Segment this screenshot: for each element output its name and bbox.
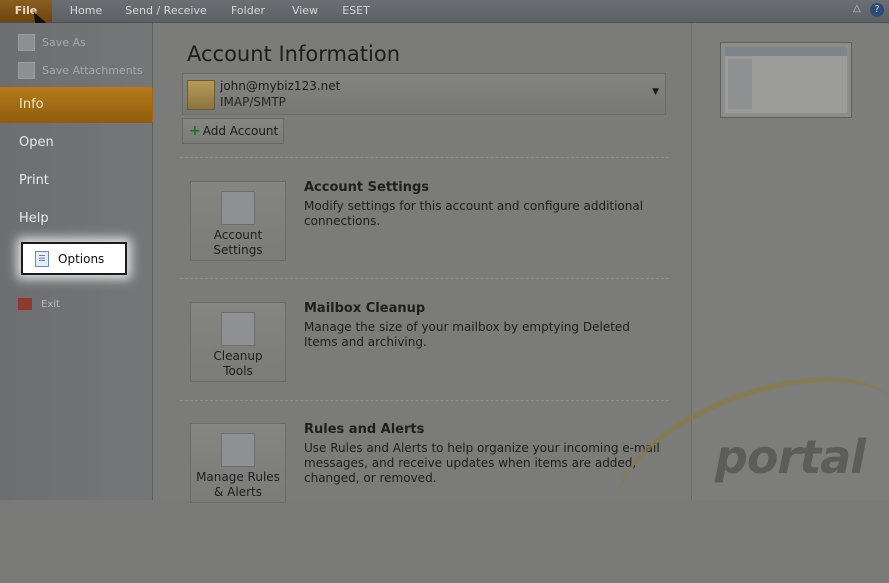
manage-rules-label-1: Manage Rules <box>196 470 280 484</box>
mailbox-cleanup-description: Manage the size of your mailbox by empty… <box>304 320 630 349</box>
nav-options[interactable]: ☰ Options <box>21 242 127 275</box>
account-email: john@mybiz123.net <box>220 79 341 93</box>
cleanup-tools-label-2: Tools <box>223 364 253 378</box>
rules-alerts-title: Rules and Alerts <box>304 422 425 437</box>
account-settings-button[interactable]: Account Settings <box>190 181 286 261</box>
cleanup-tools-label-1: Cleanup <box>213 349 263 363</box>
account-settings-label-1: Account <box>213 228 263 242</box>
chevron-down-icon[interactable]: ▼ <box>652 87 659 97</box>
nav-save-as[interactable]: Save As <box>18 32 86 52</box>
nav-options-label: Options <box>58 251 105 266</box>
watermark-logo: portal <box>715 430 866 484</box>
tab-send-receive[interactable]: Send / Receive <box>120 0 212 22</box>
account-settings-title: Account Settings <box>304 180 430 195</box>
cleanup-tools-button[interactable]: Cleanup Tools <box>190 302 286 382</box>
thumbnail-folder-pane <box>728 59 752 109</box>
nav-save-attachments-label: Save Attachments <box>42 63 143 77</box>
minimize-ribbon-icon[interactable]: △ <box>853 4 863 14</box>
plus-icon: + <box>189 123 201 139</box>
help-icon[interactable]: ? <box>870 3 884 17</box>
tab-home[interactable]: Home <box>60 0 112 22</box>
rules-alerts-description: Use Rules and Alerts to help organize yo… <box>304 441 660 485</box>
nav-save-attachments[interactable]: Save Attachments <box>18 60 143 80</box>
manage-rules-button[interactable]: Manage Rules & Alerts <box>190 423 286 503</box>
tab-eset[interactable]: ESET <box>334 0 378 22</box>
account-settings-description: Modify settings for this account and con… <box>304 199 644 228</box>
nav-exit-label: Exit <box>41 298 60 310</box>
ribbon-tab-bar: File Home Send / Receive Folder View ESE… <box>0 0 889 23</box>
nav-save-as-label: Save As <box>42 35 86 49</box>
account-info-pane: Account Information john@mybiz123.net IM… <box>153 23 690 503</box>
attachment-icon <box>18 61 35 79</box>
mailbox-cleanup-title: Mailbox Cleanup <box>304 301 426 316</box>
account-settings-icon <box>221 191 255 225</box>
rules-alerts-icon <box>221 433 255 467</box>
account-settings-label-2: Settings <box>213 243 263 257</box>
tab-folder[interactable]: Folder <box>220 0 276 22</box>
cleanup-tools-icon <box>221 312 255 346</box>
save-icon <box>18 33 35 51</box>
add-account-button[interactable]: + Add Account <box>182 118 284 144</box>
exit-icon <box>18 298 32 310</box>
page-title: Account Information <box>187 42 401 66</box>
nav-open[interactable]: Open <box>0 125 152 161</box>
nav-exit[interactable]: Exit <box>18 298 60 310</box>
tab-view[interactable]: View <box>284 0 326 22</box>
window-thumbnail <box>720 42 852 118</box>
divider <box>180 278 669 279</box>
divider <box>180 400 669 401</box>
divider <box>180 157 669 158</box>
account-selector[interactable]: john@mybiz123.net IMAP/SMTP ▼ <box>182 73 666 115</box>
account-type: IMAP/SMTP <box>220 95 286 109</box>
nav-print[interactable]: Print <box>0 163 152 199</box>
nav-help[interactable]: Help <box>0 201 152 237</box>
manage-rules-label-2: & Alerts <box>214 485 262 499</box>
options-icon: ☰ <box>35 250 49 267</box>
add-account-label: Add Account <box>202 124 279 138</box>
thumbnail-ribbon <box>725 47 847 56</box>
nav-info[interactable]: Info <box>0 87 160 123</box>
mailbox-icon <box>187 80 215 110</box>
thumbnail-screen <box>725 47 847 113</box>
